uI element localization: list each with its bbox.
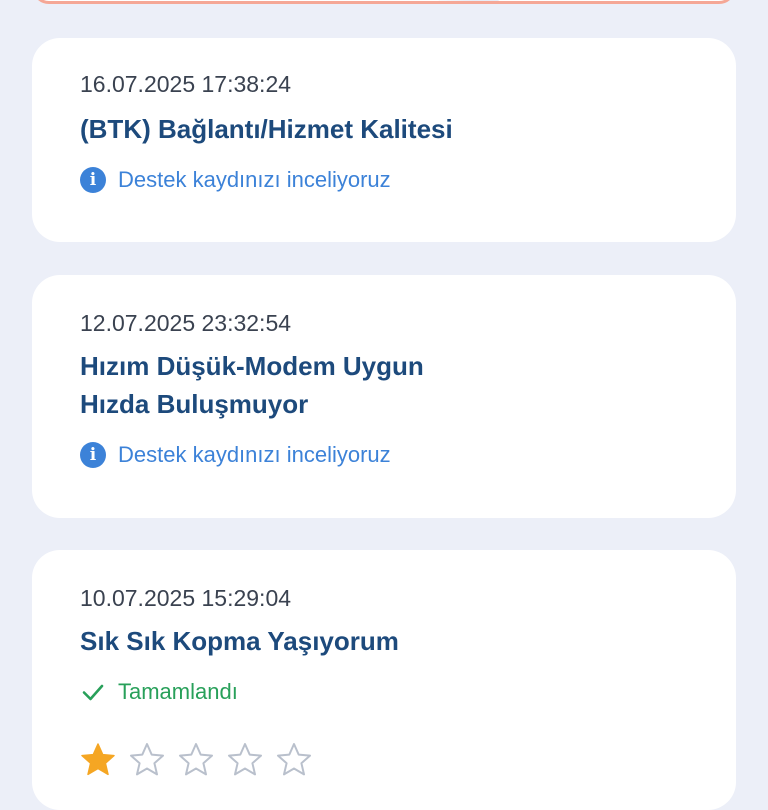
ticket-status-label: Destek kaydınızı inceliyoruz [118,167,391,192]
rating-stars[interactable] [80,742,312,778]
ticket-title: (BTK) Bağlantı/Hizmet Kalitesi [80,114,453,144]
ticket-title-line: Hızda Buluşmuyor [80,389,309,419]
star-empty-icon[interactable] [227,742,263,778]
ticket-status: i Destek kaydınızı inceliyoruz [80,442,391,468]
ticket-title: Sık Sık Kopma Yaşıyorum [80,626,399,656]
star-empty-icon[interactable] [129,742,165,778]
ticket-card[interactable]: 16.07.2025 17:38:24 (BTK) Bağlantı/Hizme… [32,38,736,242]
info-icon: i [80,442,106,468]
check-icon [82,684,104,701]
ticket-status: Tamamlandı [80,679,238,705]
ticket-status: i Destek kaydınızı inceliyoruz [80,167,391,193]
info-icon: i [80,167,106,193]
ticket-status-label: Tamamlandı [118,679,238,704]
ticket-card[interactable]: 12.07.2025 23:32:54 Hızım Düşük-Modem Uy… [32,275,736,518]
star-filled-icon[interactable] [80,742,116,778]
ticket-status-label: Destek kaydınızı inceliyoruz [118,442,391,467]
ticket-date: 10.07.2025 15:29:04 [80,585,292,611]
card-sheen [431,0,515,1]
star-empty-icon[interactable] [276,742,312,778]
ticket-date: 12.07.2025 23:32:54 [80,310,292,336]
ticket-title: Hızım Düşük-Modem Uygun Hızda Buluşmuyor [80,347,600,423]
star-empty-icon[interactable] [178,742,214,778]
ticket-date: 16.07.2025 17:38:24 [80,71,292,97]
previous-ticket-card[interactable] [32,0,736,4]
ticket-card[interactable]: 10.07.2025 15:29:04 Sık Sık Kopma Yaşıyo… [32,550,736,810]
ticket-title-line: Hızım Düşük-Modem Uygun [80,351,424,381]
